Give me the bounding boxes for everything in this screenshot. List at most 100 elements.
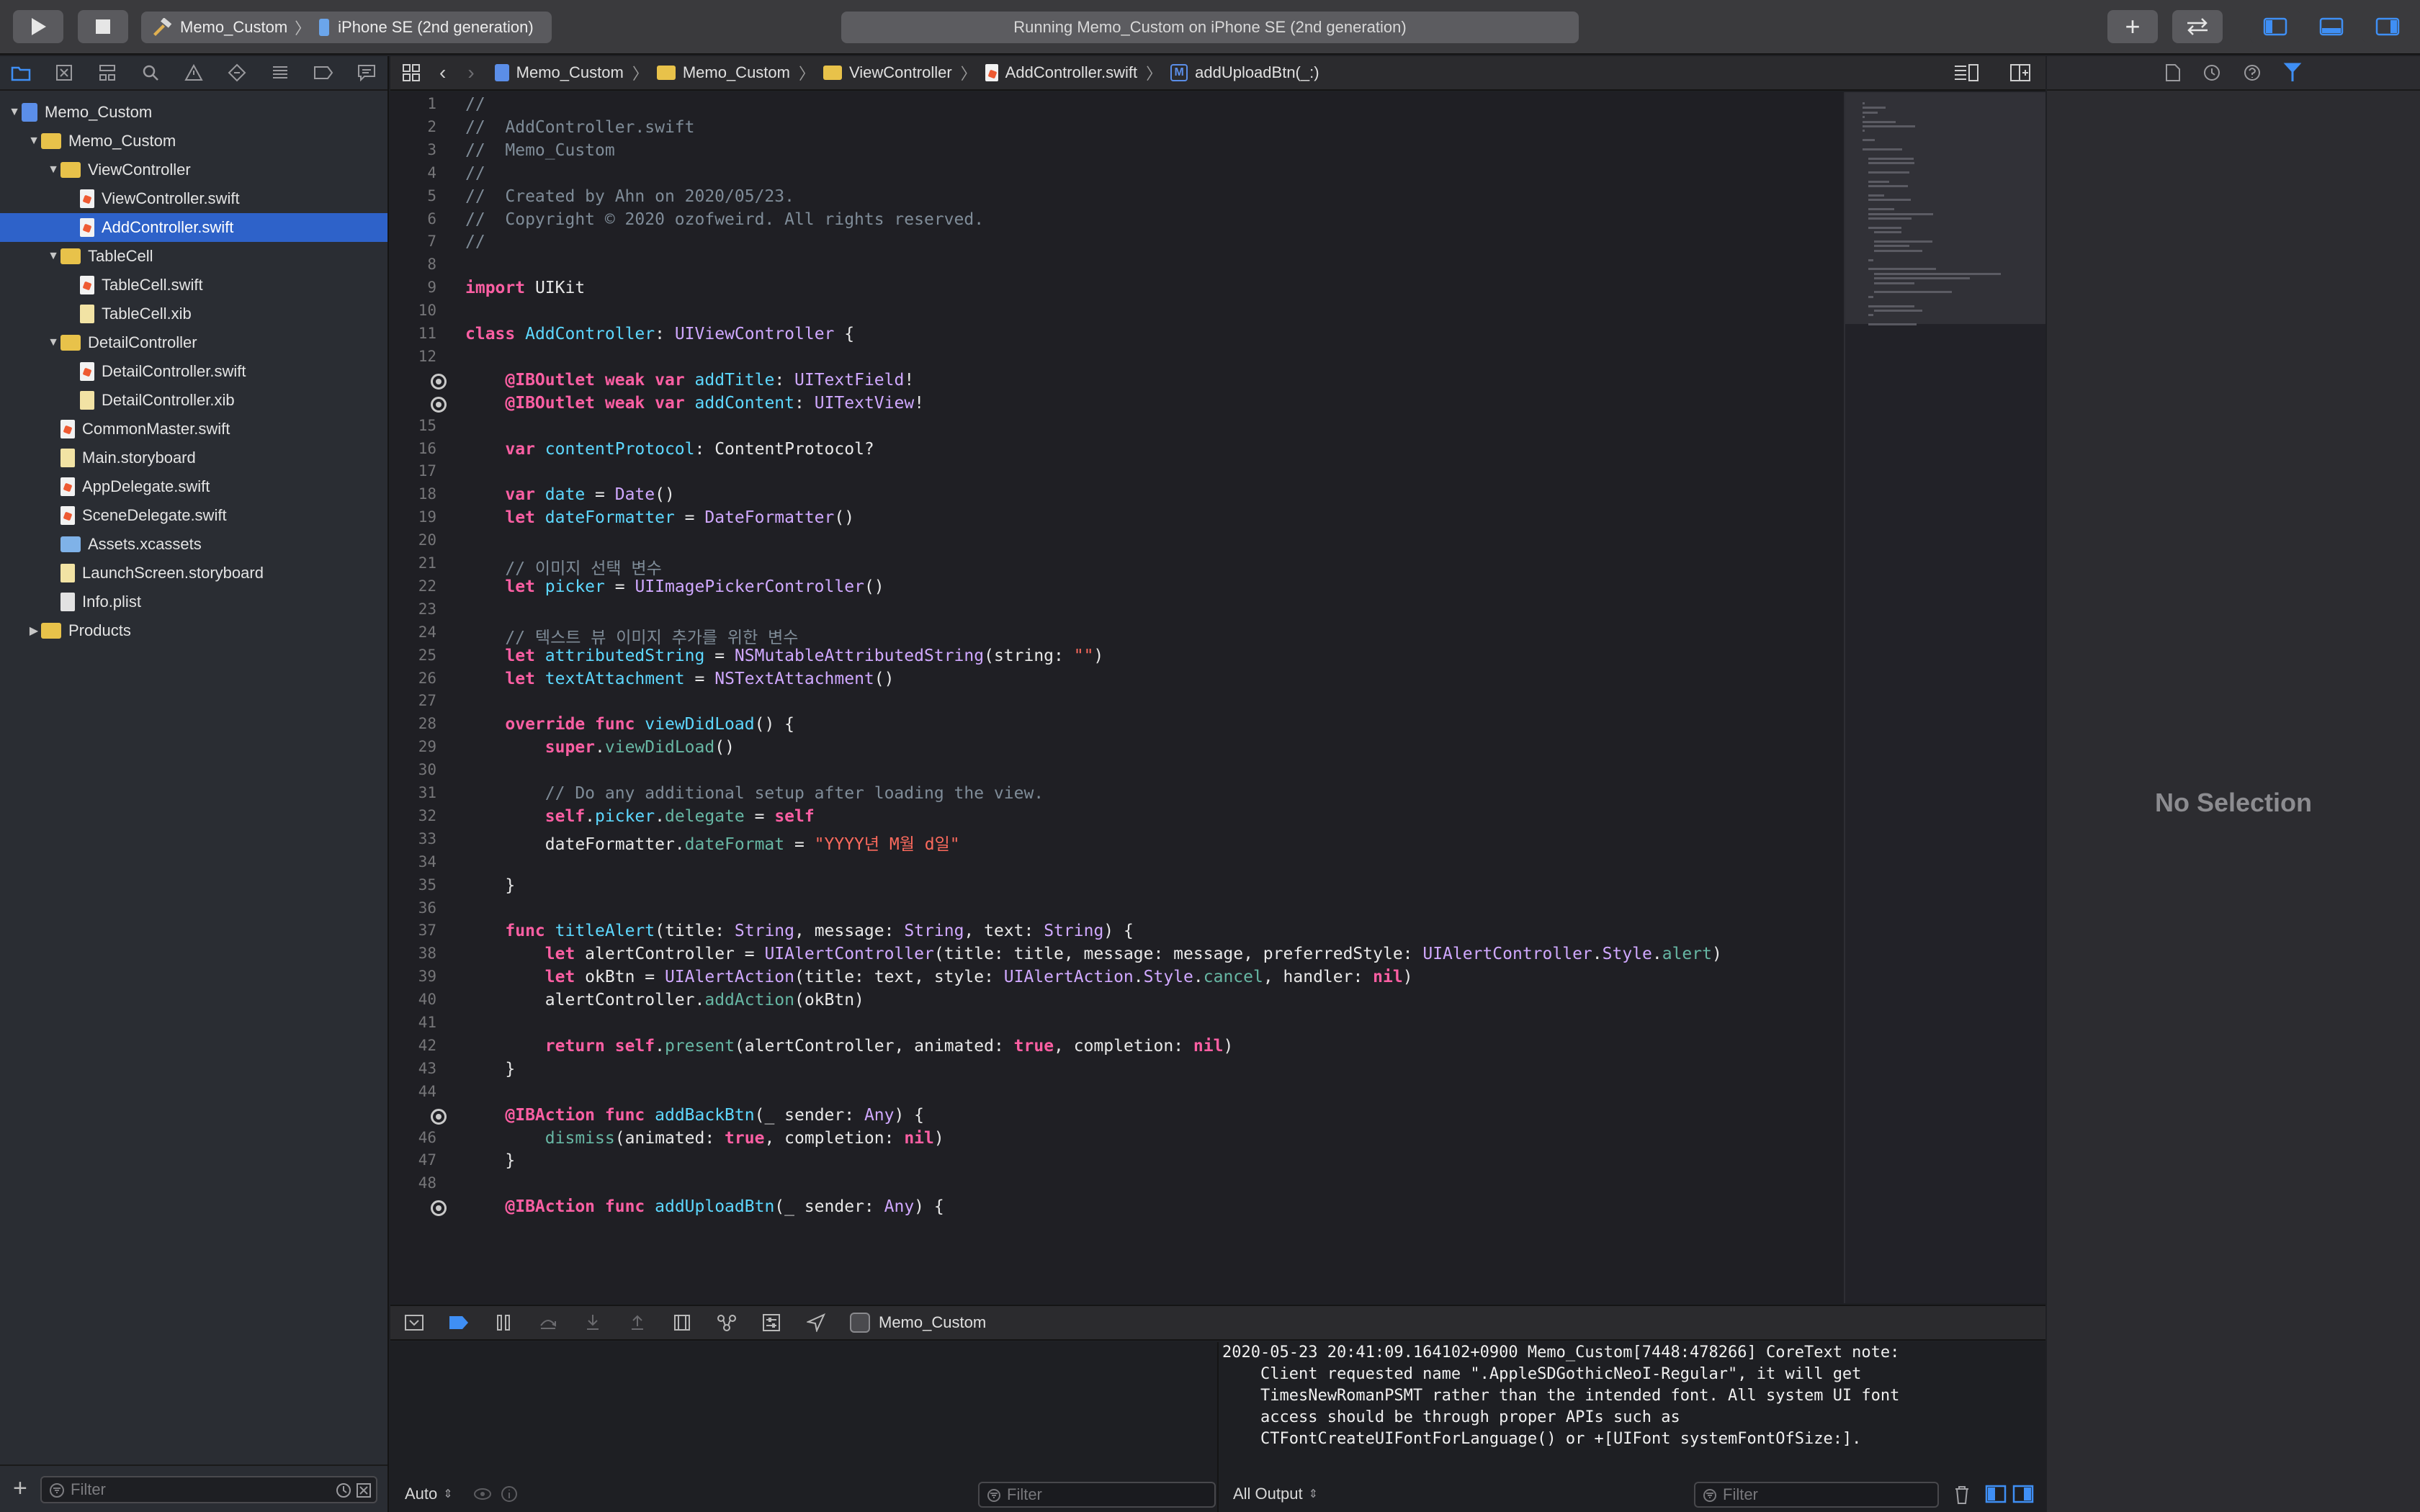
line-number[interactable]: 10 xyxy=(418,302,436,319)
line-number[interactable]: 5 xyxy=(427,187,436,204)
source-editor[interactable]: 1234567891011121314151617181920212223242… xyxy=(390,92,2045,1303)
breadcrumb-group[interactable]: Memo_Custom xyxy=(656,63,790,82)
scheme-selector[interactable]: Memo_Custom 〉 iPhone SE (2nd generation) xyxy=(141,12,552,43)
memory-graph-button[interactable] xyxy=(716,1312,738,1333)
back-button[interactable]: ‹ xyxy=(439,61,446,84)
line-number[interactable]: 32 xyxy=(418,807,436,824)
line-number[interactable]: 29 xyxy=(418,738,436,755)
step-out-button[interactable] xyxy=(627,1312,648,1333)
toggle-inspector-button[interactable] xyxy=(2362,10,2413,43)
line-number[interactable]: 18 xyxy=(418,485,436,503)
help-inspector-icon[interactable] xyxy=(2243,63,2262,82)
toggle-debug-area-button[interactable] xyxy=(2306,10,2357,43)
line-number[interactable]: 43 xyxy=(418,1060,436,1077)
code-line[interactable]: // xyxy=(465,95,485,120)
line-number[interactable]: 1 xyxy=(427,95,436,112)
line-number[interactable]: 24 xyxy=(418,624,436,641)
tree-item[interactable]: ViewController.swift xyxy=(0,184,387,213)
code-line[interactable]: dateFormatter.dateFormat = "YYYY년 M월 d일" xyxy=(465,830,960,855)
tree-item[interactable]: AppDelegate.swift xyxy=(0,472,387,501)
line-number[interactable]: 30 xyxy=(418,761,436,778)
line-number[interactable]: 12 xyxy=(418,348,436,365)
tree-item[interactable]: TableCell.swift xyxy=(0,271,387,300)
find-navigator-tab[interactable] xyxy=(140,62,161,84)
run-button[interactable] xyxy=(13,10,63,43)
toggle-navigator-button[interactable] xyxy=(2250,10,2300,43)
process-selector[interactable]: Memo_Custom xyxy=(850,1313,986,1333)
simulate-location-button[interactable] xyxy=(805,1312,827,1333)
line-number[interactable]: 21 xyxy=(418,554,436,572)
code-line[interactable]: return self.present(alertController, ani… xyxy=(465,1037,1234,1061)
line-number[interactable]: 8 xyxy=(427,256,436,273)
output-mode-selector[interactable]: All Output xyxy=(1233,1485,1303,1503)
code-line[interactable]: // Created by Ahn on 2020/05/23. xyxy=(465,187,794,212)
add-editor-icon[interactable] xyxy=(2009,63,2031,82)
disclosure-collapsed-icon[interactable]: ▶ xyxy=(27,624,41,638)
line-number[interactable]: 26 xyxy=(418,670,436,687)
line-number[interactable]: 6 xyxy=(427,210,436,228)
source-control-tab[interactable] xyxy=(53,62,75,84)
line-number[interactable]: 38 xyxy=(418,945,436,962)
code-line[interactable]: dismiss(animated: true, completion: nil) xyxy=(465,1129,944,1153)
console-filter-input[interactable]: Filter xyxy=(1694,1482,1939,1508)
breadcrumb-method[interactable]: M addUploadBtn(_:) xyxy=(1170,63,1319,82)
line-number[interactable]: 20 xyxy=(418,531,436,549)
tree-item[interactable]: Main.storyboard xyxy=(0,444,387,472)
line-number[interactable]: 33 xyxy=(418,830,436,847)
tree-item[interactable]: LaunchScreen.storyboard xyxy=(0,559,387,588)
line-number[interactable]: 22 xyxy=(418,577,436,595)
line-number[interactable]: 2 xyxy=(427,118,436,135)
disclosure-expanded-icon[interactable]: ▼ xyxy=(46,336,60,349)
trash-icon[interactable] xyxy=(1953,1485,1971,1505)
view-hierarchy-button[interactable] xyxy=(671,1312,693,1333)
line-number[interactable]: 19 xyxy=(418,508,436,526)
test-navigator-tab[interactable] xyxy=(226,62,248,84)
line-number[interactable]: 31 xyxy=(418,784,436,801)
project-navigator-tab[interactable] xyxy=(10,62,32,84)
code-review-button[interactable] xyxy=(2172,10,2223,43)
line-number[interactable]: 34 xyxy=(418,853,436,870)
tree-item[interactable]: SceneDelegate.swift xyxy=(0,501,387,530)
code-line[interactable]: // Do any additional setup after loading… xyxy=(465,784,1044,809)
disclosure-expanded-icon[interactable]: ▼ xyxy=(27,135,41,148)
line-number[interactable]: 17 xyxy=(418,462,436,480)
variables-mode-selector[interactable]: Auto xyxy=(405,1485,437,1503)
code-line[interactable]: } xyxy=(465,1151,515,1176)
tree-item[interactable]: ▶ Products xyxy=(0,616,387,645)
code-line[interactable]: let textAttachment = NSTextAttachment() xyxy=(465,670,894,694)
line-number[interactable]: 15 xyxy=(418,417,436,434)
line-number[interactable]: 40 xyxy=(418,991,436,1008)
add-file-button[interactable]: + xyxy=(13,1475,27,1503)
line-number[interactable]: 35 xyxy=(418,876,436,894)
recent-files-icon[interactable] xyxy=(336,1482,351,1498)
disclosure-expanded-icon[interactable]: ▼ xyxy=(46,250,60,263)
code-line[interactable]: let dateFormatter = DateFormatter() xyxy=(465,508,854,533)
code-line[interactable]: var date = Date() xyxy=(465,485,674,510)
library-button[interactable]: + xyxy=(2107,10,2158,43)
tree-item[interactable]: ▼ DetailController xyxy=(0,328,387,357)
tree-item[interactable]: ▼ Memo_Custom xyxy=(0,98,387,127)
minimap[interactable] xyxy=(1844,92,2045,1303)
code-area[interactable]: // // AddController.swift // Memo_Custom //… xyxy=(465,92,1834,1303)
line-number[interactable]: 37 xyxy=(418,922,436,939)
code-line[interactable]: // 텍스트 뷰 이미지 추가를 위한 변수 xyxy=(465,624,798,648)
console-output[interactable]: 2020-05-23 20:41:09.164102+0900 Memo_Cus… xyxy=(1220,1342,2027,1450)
code-line[interactable]: // AddController.swift xyxy=(465,118,695,143)
navigator-filter-input[interactable]: Filter xyxy=(40,1476,377,1503)
line-number[interactable]: 47 xyxy=(418,1151,436,1169)
tree-item[interactable]: Assets.xcassets xyxy=(0,530,387,559)
code-line[interactable]: @IBOutlet weak var addTitle: UITextField… xyxy=(465,371,914,395)
code-line[interactable]: func titleAlert(title: String, message: … xyxy=(465,922,1133,946)
code-line[interactable]: class AddController: UIViewController { xyxy=(465,325,854,349)
attributes-inspector-icon[interactable] xyxy=(2283,63,2302,83)
disclosure-expanded-icon[interactable]: ▼ xyxy=(7,106,22,119)
code-line[interactable]: // xyxy=(465,164,485,189)
code-line[interactable]: let alertController = UIAlertController(… xyxy=(465,945,1722,969)
line-number[interactable]: 41 xyxy=(418,1014,436,1031)
tree-item[interactable]: AddController.swift xyxy=(0,213,387,242)
source-control-filter-icon[interactable] xyxy=(356,1482,372,1498)
line-number[interactable]: 27 xyxy=(418,692,436,709)
line-number[interactable]: 36 xyxy=(418,899,436,917)
code-line[interactable]: @IBAction func addBackBtn(_ sender: Any)… xyxy=(465,1106,924,1130)
breakpoints-toggle-button[interactable] xyxy=(448,1312,470,1333)
